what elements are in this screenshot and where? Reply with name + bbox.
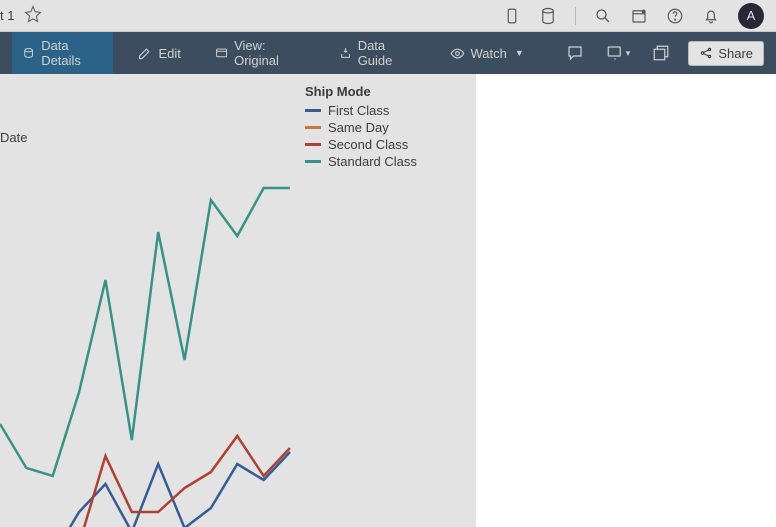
spark-min: 0 [496,192,502,204]
warning-icon: ⚠ [502,417,515,434]
panel-title: Data Details [489,83,565,99]
legend-item[interactable]: Second Class [305,137,417,152]
data-details-button[interactable]: Data Details [12,32,113,74]
warning-text: 2 data quality warnings [511,328,644,343]
comment-icon[interactable] [562,40,588,66]
user-avatar[interactable]: A [738,3,764,29]
download-icon[interactable]: ▾ [602,40,635,66]
data-source-link[interactable]: Orders (superstore) [547,418,669,433]
spark-subtitle: Views over last 12 weeks [491,208,761,220]
connects-to-label: Connects to [491,458,591,473]
data-source-item[interactable]: ⚠ Orders (superstore) [491,407,762,444]
legend-item[interactable]: First Class [305,103,417,118]
legend-swatch [305,160,321,163]
datasource-icon [523,416,539,435]
sheet-tab-label[interactable]: t 1 [0,8,14,23]
legend-label: Standard Class [328,154,417,169]
viz-canvas[interactable]: Date Ship Mode First Class Same Day Second… [0,74,476,527]
database-icon [591,456,607,475]
legend-label: First Class [328,103,389,118]
calendar-add-icon[interactable] [630,7,648,25]
axis-label: Date [0,130,27,145]
legend-swatch [305,126,321,129]
legend-item[interactable]: Standard Class [305,154,417,169]
legend-swatch [305,109,321,112]
search-icon[interactable] [594,7,612,25]
data-quality-warning[interactable]: ⚠ 2 data quality warnings [477,320,776,351]
device-preview-icon[interactable] [503,7,521,25]
legend-swatch [305,143,321,146]
project-link[interactable]: Default [581,255,625,270]
data-details-panel: Data Details ✕ Views of this sheet 5 0 V… [476,74,776,527]
warning-icon: ⚠ [490,327,503,344]
legend-title: Ship Mode [305,84,417,99]
legend: Ship Mode First Class Same Day Second Clas… [305,84,417,171]
close-icon[interactable]: ✕ [749,82,764,100]
data-guide-label: Data Guide [358,38,416,68]
connects-to-value[interactable]: superstore [613,458,680,473]
fullscreen-icon[interactable] [648,40,674,66]
watch-label: Watch [471,46,507,61]
author-label: Author [491,276,581,291]
workbook-link[interactable]: Ship Mode by Month [581,234,708,249]
refreshed-label: Last Refreshed [491,481,591,496]
watch-button[interactable]: Watch▼ [440,40,534,67]
author-link[interactable]: admin [581,276,619,291]
line-chart [0,184,290,527]
share-button[interactable]: Share [688,41,764,66]
data-sources-heading: Data Sources (1) [491,384,762,399]
edit-label: Edit [158,46,180,61]
favorite-star-icon[interactable] [24,5,42,26]
view-label: View: Original [234,38,304,68]
project-label: Project [491,255,581,270]
header-divider [575,7,576,25]
notifications-icon[interactable] [702,7,720,25]
views-heading: Views of this sheet [491,121,762,136]
spark-max: 5 [750,145,756,157]
workbook-label: Workbook [491,234,581,249]
legend-item[interactable]: Same Day [305,120,417,135]
data-guide-button[interactable]: Data Guide [329,32,426,74]
refreshed-value: Live Connection [591,481,692,496]
legend-label: Same Day [328,120,389,135]
modified-value: Aug 25, 2022, 4:49 PM [581,297,714,312]
views-sparkline: 5 0 [491,144,761,206]
legend-label: Second Class [328,137,408,152]
share-label: Share [718,46,753,61]
divider [477,367,776,368]
viz-toolbar: Data Details Edit View: Original Data Gu… [0,32,776,74]
app-header: t 1 A [0,0,776,32]
view-button[interactable]: View: Original [205,32,315,74]
edit-button[interactable]: Edit [127,40,190,67]
database-header-icon[interactable] [539,7,557,25]
modified-label: Modified [491,297,581,312]
data-details-label: Data Details [41,38,103,68]
help-icon[interactable] [666,7,684,25]
